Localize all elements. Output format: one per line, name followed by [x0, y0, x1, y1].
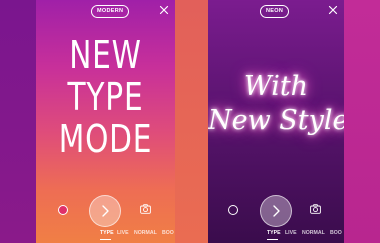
active-mode-indicator [267, 239, 278, 240]
mode-type[interactable]: TYPE [267, 230, 281, 236]
mode-live[interactable]: LIVE [285, 230, 297, 236]
typed-text[interactable]: With New Styles [208, 70, 344, 138]
mode-boomerang[interactable]: BOO [330, 230, 342, 236]
close-icon[interactable] [158, 4, 170, 16]
chevron-right-icon [102, 205, 109, 217]
headline-line: TYPE [67, 75, 144, 119]
background-panel-middle [175, 0, 208, 243]
typed-text[interactable]: NEW TYPE MODE [51, 34, 159, 160]
shutter-button[interactable] [89, 195, 121, 227]
mode-boomerang[interactable]: BOO [162, 230, 174, 236]
phone-screen-modern: MODERN NEW TYPE MODE TYPE LIVE NORMAL BO… [36, 0, 175, 243]
mode-selector: TYPE LIVE NORMAL BOO [208, 230, 344, 240]
camera-icon[interactable] [310, 204, 321, 214]
text-style-button[interactable]: MODERN [91, 5, 130, 18]
chevron-right-icon [273, 205, 280, 217]
text-style-button[interactable]: NEON [260, 5, 290, 18]
color-picker-button[interactable] [228, 205, 238, 215]
close-icon[interactable] [327, 4, 339, 16]
camera-icon[interactable] [140, 204, 151, 214]
color-picker-button[interactable] [58, 205, 68, 215]
background-panel-left [0, 0, 36, 243]
mode-selector: TYPE LIVE NORMAL BOO [36, 230, 175, 240]
headline-line: NEW [69, 33, 142, 77]
mode-normal[interactable]: NORMAL [302, 230, 325, 236]
headline-line: MODE [58, 117, 153, 161]
phone-screen-neon: NEON With New Styles TYPE LIVE NORMAL BO… [208, 0, 344, 243]
headline-line: New Styles [208, 105, 344, 136]
background-panel-right [344, 0, 380, 243]
active-mode-indicator [100, 239, 111, 240]
headline-line: With [243, 71, 309, 102]
mode-type[interactable]: TYPE [100, 230, 114, 236]
mode-live[interactable]: LIVE [117, 230, 129, 236]
shutter-button[interactable] [260, 195, 292, 227]
mode-normal[interactable]: NORMAL [134, 230, 157, 236]
